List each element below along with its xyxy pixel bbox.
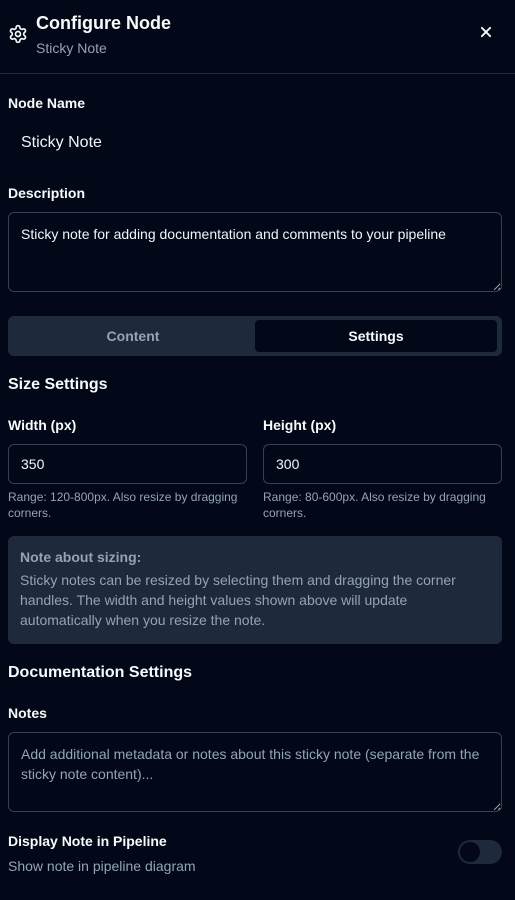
display-note-label: Display Note in Pipeline: [8, 833, 167, 849]
documentation-settings-heading: Documentation Settings: [8, 664, 193, 681]
width-label: Width (px): [8, 417, 77, 433]
toggle-knob: [460, 842, 480, 862]
node-name-field[interactable]: Sticky Note: [21, 134, 102, 152]
height-hint: Range: 80-600px. Also resize by dragging…: [263, 490, 486, 520]
size-settings-heading: Size Settings: [8, 376, 108, 393]
width-input[interactable]: [8, 444, 247, 484]
gear-icon: [9, 24, 27, 44]
dialog-header: Configure Node Sticky Note: [0, 0, 515, 74]
node-name-label: Node Name: [8, 95, 86, 111]
tab-list: Content Settings: [8, 316, 502, 356]
close-icon[interactable]: [476, 22, 496, 42]
tab-content[interactable]: Content: [12, 320, 254, 352]
display-note-description: Show note in pipeline diagram: [8, 858, 196, 874]
tab-settings[interactable]: Settings: [255, 320, 497, 352]
description-label: Description: [8, 185, 86, 201]
height-input[interactable]: [263, 444, 502, 484]
sizing-note-text: Sticky notes can be resized by selecting…: [20, 572, 456, 628]
height-label: Height (px): [263, 417, 337, 433]
notes-label: Notes: [8, 705, 47, 721]
display-note-toggle[interactable]: [458, 840, 502, 864]
width-hint: Range: 120-800px. Also resize by draggin…: [8, 490, 238, 520]
dialog-title: Configure Node: [36, 13, 171, 33]
description-field[interactable]: Sticky note for adding documentation and…: [8, 212, 502, 292]
notes-field[interactable]: [8, 732, 502, 812]
sizing-note-title: Note about sizing:: [20, 549, 142, 565]
dialog-subtitle: Sticky Note: [36, 40, 107, 56]
sizing-note-box: Note about sizing: Sticky notes can be r…: [8, 536, 502, 644]
